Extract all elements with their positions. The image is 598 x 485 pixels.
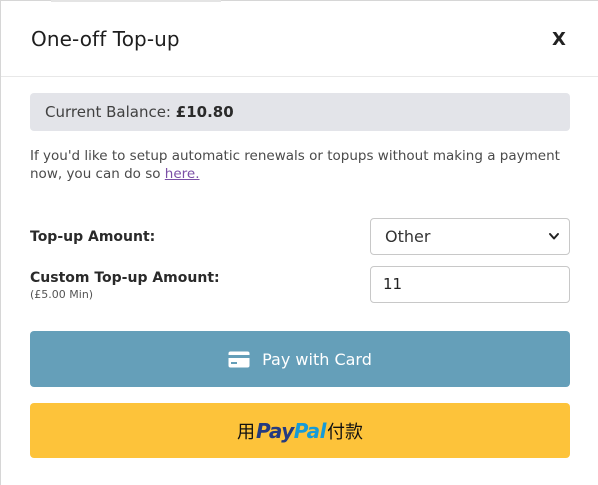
paypal-logo-pay: Pay [255, 418, 294, 443]
pay-with-card-label: Pay with Card [262, 349, 372, 369]
dialog-header: One-off Top-up X [1, 1, 598, 77]
topup-amount-select[interactable]: Other [370, 218, 570, 255]
custom-amount-label: Custom Top-up Amount: [30, 270, 220, 286]
pay-with-card-button[interactable]: Pay with Card [30, 331, 570, 387]
automatic-renewal-info: If you'd like to setup automatic renewal… [30, 147, 575, 183]
balance-value: £10.80 [175, 103, 234, 121]
paypal-prefix-text: 用 [236, 421, 255, 443]
paypal-suffix-text: 付款 [327, 421, 364, 443]
close-icon[interactable]: X [552, 29, 566, 50]
dialog-title: One-off Top-up [31, 27, 180, 51]
credit-card-icon [228, 351, 250, 367]
info-text: If you'd like to setup automatic renewal… [30, 148, 560, 182]
custom-amount-input[interactable]: 11 [370, 266, 570, 303]
topup-amount-selected-value: Other [385, 227, 431, 246]
paypal-logo-pal: Pal [293, 418, 327, 443]
paypal-logo: PayPal [255, 418, 327, 443]
topup-dialog: One-off Top-up X Current Balance: £10.80… [0, 0, 598, 485]
balance-label: Current Balance: [45, 103, 171, 121]
setup-renewal-link[interactable]: here. [165, 166, 200, 182]
current-balance-box: Current Balance: £10.80 [30, 93, 570, 131]
chevron-down-icon [549, 233, 559, 240]
topup-amount-label: Top-up Amount: [30, 229, 156, 245]
custom-amount-min-note: (£5.00 Min) [30, 288, 94, 301]
paypal-button[interactable]: 用 PayPal 付款 [30, 403, 570, 458]
